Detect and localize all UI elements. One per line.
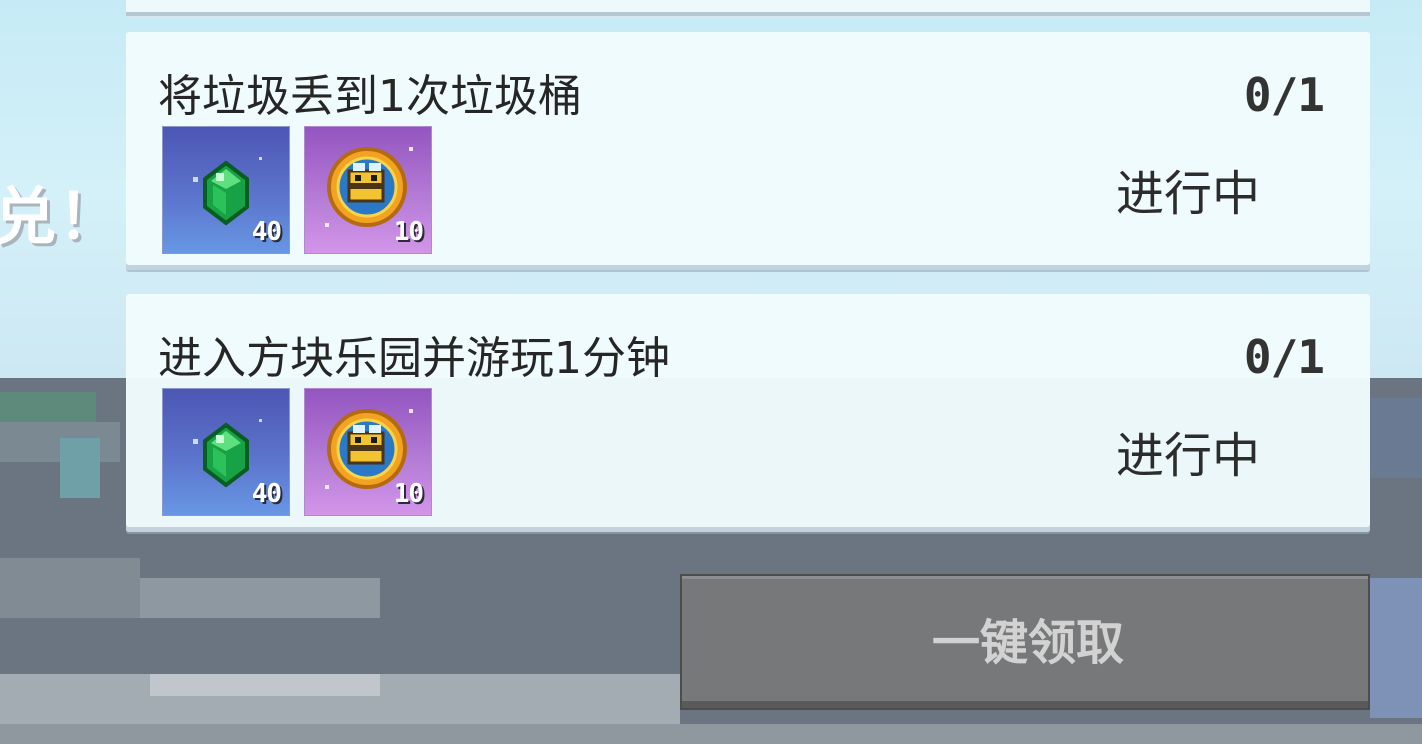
reward-count: 10 — [393, 217, 424, 247]
reward-item-medal[interactable]: 10 — [304, 388, 432, 516]
task-card: 进入方块乐园并游玩1分钟 0/1 40 10 进行中 — [126, 294, 1370, 532]
claim-all-button[interactable]: 一键领取 — [680, 574, 1370, 710]
claim-all-label: 一键领取 — [931, 615, 1124, 671]
task-progress: 0/1 — [1243, 68, 1325, 122]
task-progress: 0/1 — [1243, 330, 1325, 384]
previous-task-card-edge — [126, 0, 1370, 16]
reward-list: 40 10 — [162, 126, 432, 254]
task-status: 进行中 — [1115, 428, 1260, 484]
task-title: 进入方块乐园并游玩1分钟 — [158, 333, 670, 384]
reward-count: 40 — [251, 217, 282, 247]
task-card: 将垃圾丢到1次垃圾桶 0/1 40 10 进行中 — [126, 32, 1370, 270]
reward-count: 10 — [393, 479, 424, 509]
reward-count: 40 — [251, 479, 282, 509]
reward-item-emerald[interactable]: 40 — [162, 126, 290, 254]
reward-item-medal[interactable]: 10 — [304, 126, 432, 254]
partial-banner-text: 兑！ — [0, 180, 123, 253]
task-status: 进行中 — [1115, 166, 1260, 222]
task-title: 将垃圾丢到1次垃圾桶 — [158, 71, 582, 122]
reward-item-emerald[interactable]: 40 — [162, 388, 290, 516]
reward-list: 40 10 — [162, 388, 432, 516]
